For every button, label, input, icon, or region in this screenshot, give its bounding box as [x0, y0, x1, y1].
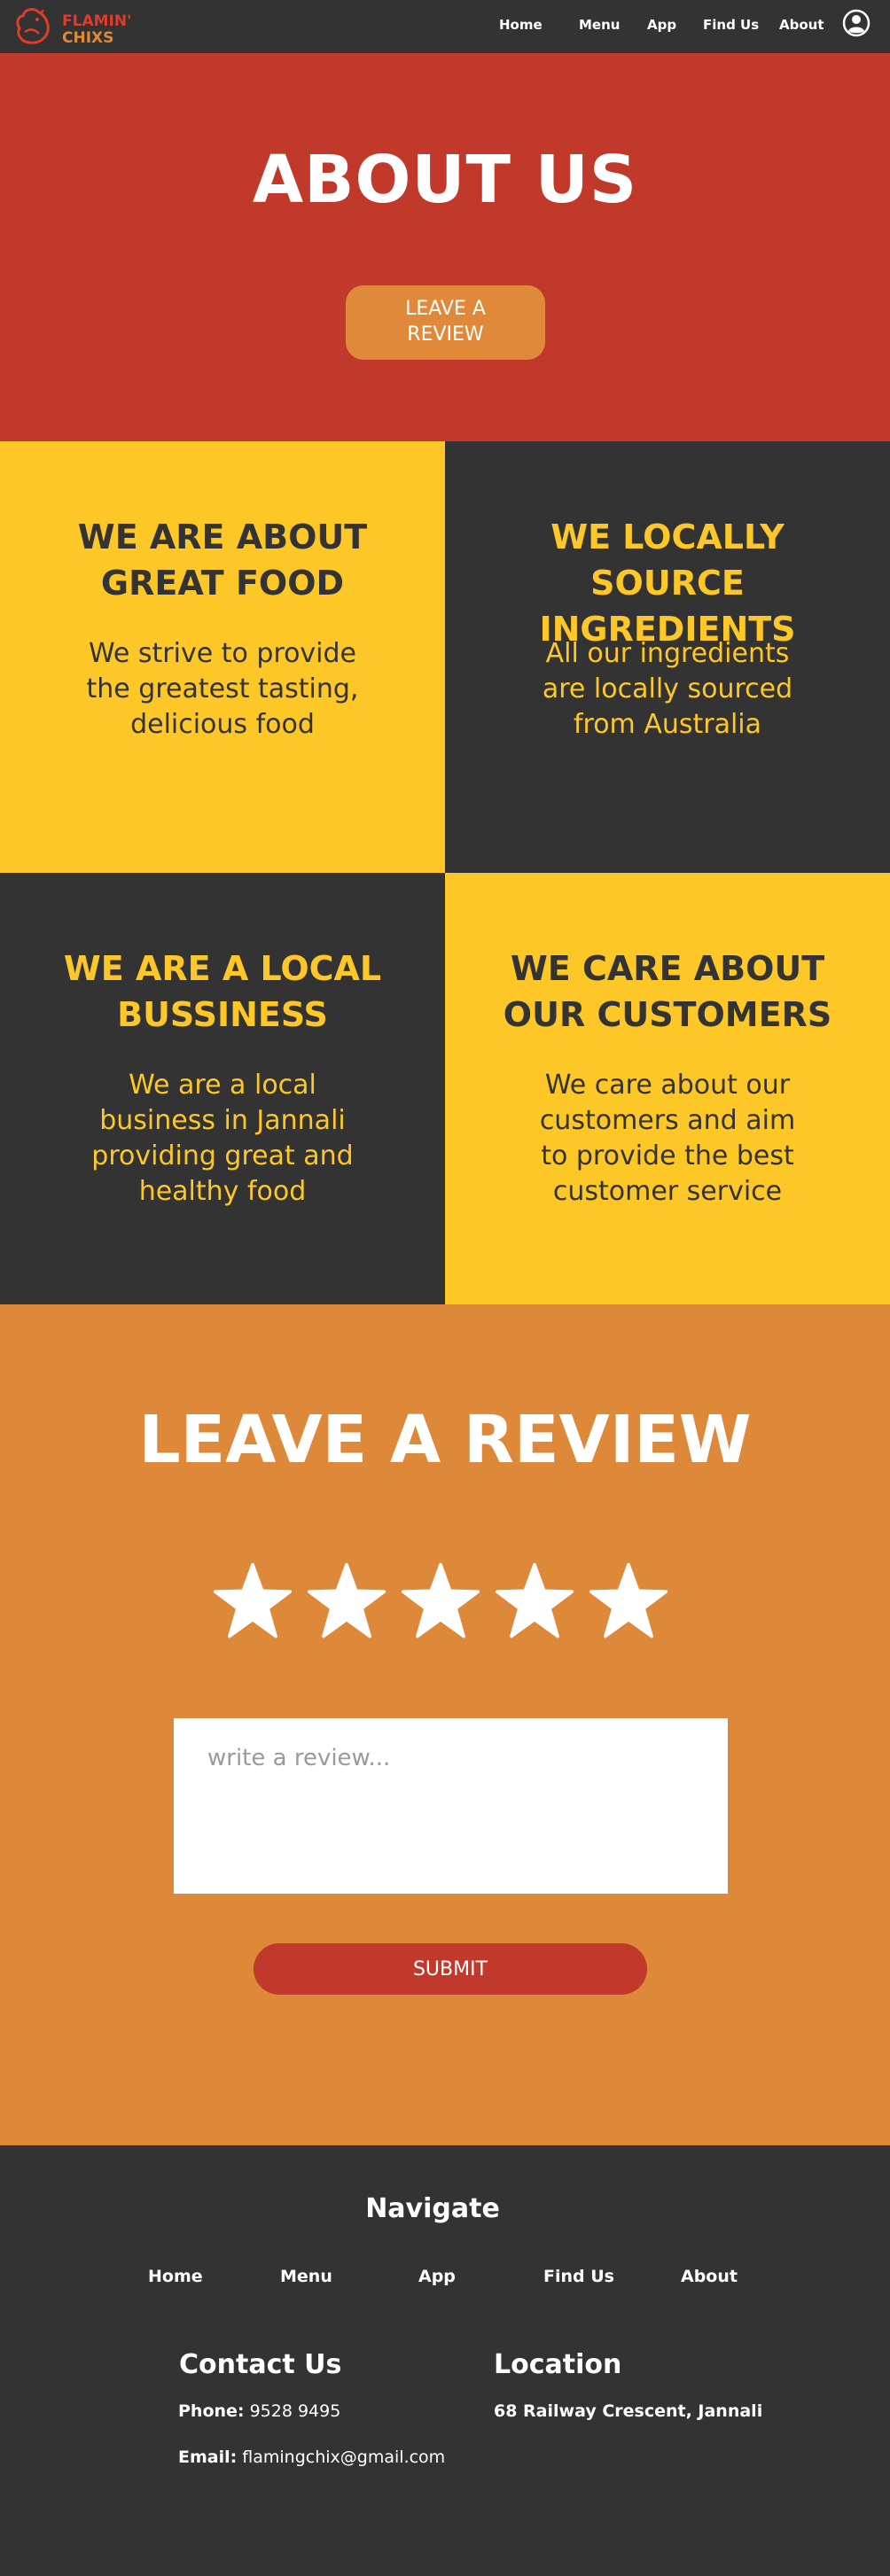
email-address[interactable]: flamingchix@gmail.com — [242, 2448, 445, 2467]
phone-label: Phone: — [178, 2401, 245, 2421]
brand-line-1: FLAMIN' — [62, 12, 132, 30]
star-icon[interactable] — [307, 1561, 386, 1641]
contact-email: Email: flamingchix@gmail.com — [178, 2448, 445, 2467]
nav-about[interactable]: About — [779, 17, 824, 33]
phone-number[interactable]: 9528 9495 — [250, 2401, 341, 2421]
contact-phone: Phone: 9528 9495 — [178, 2401, 340, 2421]
contact-title: Contact Us — [179, 2349, 342, 2380]
user-circle-icon[interactable] — [842, 9, 870, 37]
submit-button[interactable]: SUBMIT — [254, 1943, 647, 1995]
chicken-logo-icon — [16, 8, 50, 44]
footer-nav-home[interactable]: Home — [148, 2267, 203, 2286]
feature-text: We care about our customers and aim to p… — [539, 1070, 796, 1207]
brand-name: FLAMIN' CHIXS — [62, 13, 131, 47]
feature-text: We strive to provide the greatest tastin… — [86, 638, 359, 740]
brand-logo[interactable]: FLAMIN' CHIXS — [12, 5, 145, 48]
nav-app[interactable]: App — [647, 17, 676, 33]
review-section: LEAVE A REVIEW SUBMIT — [0, 1304, 890, 2145]
feature-title: WE CARE ABOUT OUR CUSTOMERS — [503, 949, 832, 1034]
footer-nav-find-us[interactable]: Find Us — [543, 2267, 614, 2286]
about-hero: ABOUT US LEAVE A REVIEW — [0, 53, 890, 441]
feature-title: WE ARE A LOCAL BUSSINESS — [63, 949, 382, 1034]
site-footer: Navigate Home Menu App Find Us About Con… — [0, 2145, 890, 2576]
address: 68 Railway Crescent, Jannali — [494, 2401, 763, 2421]
footer-nav-about[interactable]: About — [681, 2267, 738, 2286]
top-navbar: FLAMIN' CHIXS Home Menu App Find Us Abou… — [0, 0, 890, 53]
feature-local-ingredients: WE LOCALLY SOURCE INGREDIENTS All our in… — [445, 441, 890, 873]
feature-care-customers: WE CARE ABOUT OUR CUSTOMERS We care abou… — [445, 873, 890, 1304]
feature-text: All our ingredients are locally sourced … — [542, 638, 793, 740]
feature-text: We are a local business in Jannali provi… — [91, 1070, 354, 1207]
navigate-title: Navigate — [365, 2193, 500, 2224]
nav-find-us[interactable]: Find Us — [703, 17, 759, 33]
footer-nav-app[interactable]: App — [418, 2267, 456, 2286]
star-icon[interactable] — [589, 1561, 668, 1641]
email-label: Email: — [178, 2448, 238, 2467]
footer-nav-menu[interactable]: Menu — [280, 2267, 332, 2286]
star-icon[interactable] — [495, 1561, 574, 1641]
location-title: Location — [494, 2349, 622, 2380]
review-input[interactable] — [174, 1718, 728, 1894]
page-title: ABOUT US — [252, 142, 638, 218]
star-icon[interactable] — [213, 1561, 293, 1641]
feature-title: WE LOCALLY SOURCE INGREDIENTS — [539, 518, 796, 649]
leave-review-button[interactable]: LEAVE A REVIEW — [346, 285, 545, 360]
star-rating — [213, 1561, 683, 1641]
nav-home[interactable]: Home — [499, 17, 543, 33]
brand-line-2: CHIXS — [62, 29, 114, 47]
feature-title: WE ARE ABOUT GREAT FOOD — [77, 518, 368, 603]
nav-menu[interactable]: Menu — [579, 17, 620, 33]
review-title: LEAVE A REVIEW — [138, 1402, 752, 1478]
feature-great-food: WE ARE ABOUT GREAT FOOD We strive to pro… — [0, 441, 445, 873]
feature-local-business: WE ARE A LOCAL BUSSINESS We are a local … — [0, 873, 445, 1304]
star-icon[interactable] — [401, 1561, 480, 1641]
